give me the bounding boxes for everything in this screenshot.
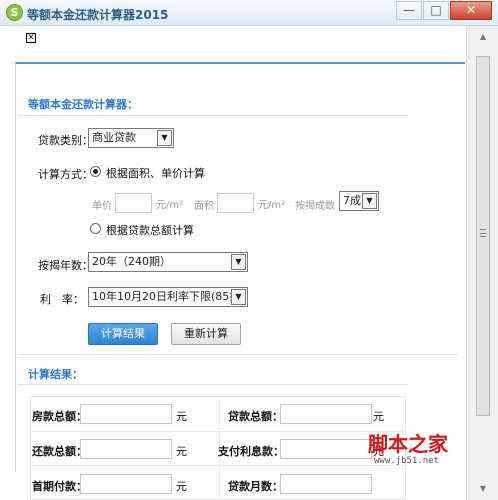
- loan-total-unit: 元: [373, 410, 384, 423]
- radio-loan-total-label[interactable]: 根据贷款总额计算: [106, 222, 194, 238]
- house-total-field[interactable]: [80, 404, 172, 424]
- heading-divider: [18, 115, 408, 116]
- close-icon: ✕: [465, 3, 477, 17]
- loan-total-field[interactable]: [280, 404, 372, 424]
- ratio-value: 7成: [343, 194, 361, 207]
- window-title: 等额本金还款计算器2015: [27, 8, 169, 22]
- loan-type-value: 商业贷款: [92, 131, 136, 144]
- restore-icon: □: [430, 3, 442, 17]
- dropdown-arrow-icon: ▼: [157, 130, 172, 146]
- area-unit: 元/m²: [258, 200, 286, 211]
- watermark-logo-text: 脚本之家: [368, 432, 448, 456]
- interest-label: 支付利息款：: [218, 445, 284, 458]
- years-value: 20年（240期）: [92, 255, 171, 268]
- scroll-down-icon[interactable]: ▼: [477, 484, 489, 494]
- years-label: 按揭年数：: [38, 259, 93, 272]
- calc-method-label: 计算方式：: [38, 168, 93, 181]
- dropdown-arrow-icon: ▼: [231, 289, 246, 305]
- unit-price-unit: 元/m²: [156, 200, 184, 211]
- scroll-grip-icon: [480, 229, 486, 237]
- calculate-button[interactable]: 计算结果: [88, 323, 158, 345]
- down-payment-unit: 元: [176, 480, 187, 493]
- unit-price-label: 单价: [92, 201, 112, 212]
- results-divider: [18, 354, 458, 355]
- loan-months-label: 贷款月数：: [228, 480, 283, 493]
- loan-months-field[interactable]: [280, 474, 372, 494]
- minimize-button[interactable]: —: [396, 1, 422, 20]
- rate-select[interactable]: 10年10月20日利率下限(85折 ▼: [88, 287, 248, 307]
- dropdown-arrow-icon: ▼: [362, 193, 377, 209]
- restore-button[interactable]: □: [423, 1, 449, 20]
- area-label: 面积: [194, 201, 214, 212]
- loan-type-select[interactable]: 商业贷款 ▼: [88, 128, 174, 148]
- down-payment-field[interactable]: [80, 474, 172, 494]
- results-heading: 计算结果：: [28, 368, 83, 381]
- house-total-unit: 元: [176, 410, 187, 423]
- area-input[interactable]: [217, 193, 254, 213]
- house-total-label: 房款总额：: [32, 410, 87, 423]
- close-button[interactable]: ✕: [450, 1, 492, 20]
- reset-button[interactable]: 重新计算: [171, 323, 241, 345]
- small-close-icon[interactable]: ✕: [26, 33, 36, 43]
- interest-field[interactable]: [280, 439, 372, 459]
- repay-total-label: 还款总额：: [32, 445, 87, 458]
- dropdown-arrow-icon: ▼: [231, 254, 246, 270]
- results-heading-divider: [18, 384, 408, 385]
- loan-type-label: 贷款类别：: [38, 134, 93, 147]
- radio-loan-total[interactable]: [90, 223, 101, 234]
- loan-total-label: 贷款总额：: [228, 410, 283, 423]
- years-select[interactable]: 20年（240期） ▼: [88, 252, 248, 272]
- calculator-heading: 等额本金还款计算器：: [28, 98, 138, 111]
- watermark-url: www.jb51.net: [374, 456, 440, 466]
- app-logo-icon: S: [6, 4, 23, 21]
- ratio-label: 按揭成数: [295, 201, 335, 212]
- site-watermark: 脚本之家 www.jb51.net: [368, 428, 460, 472]
- radio-area-price-label[interactable]: 根据面积、单价计算: [106, 165, 205, 181]
- repay-total-field[interactable]: [80, 439, 172, 459]
- results-row-divider: [31, 431, 407, 432]
- down-payment-label: 首期付款：: [32, 480, 87, 493]
- scroll-up-icon[interactable]: ▲: [477, 32, 489, 42]
- minimize-icon: —: [403, 3, 415, 17]
- vertical-scrollbar[interactable]: ▲ ▼: [466, 26, 498, 500]
- results-row-divider: [31, 465, 407, 466]
- scroll-thumb[interactable]: [476, 56, 490, 416]
- title-bar: S 等额本金还款计算器2015 — □ ✕: [0, 0, 498, 26]
- ratio-select[interactable]: 7成 ▼: [339, 191, 379, 211]
- unit-price-input[interactable]: [115, 193, 152, 213]
- repay-total-unit: 元: [176, 445, 187, 458]
- rate-value: 10年10月20日利率下限(85折: [92, 290, 241, 303]
- radio-area-price[interactable]: [90, 166, 101, 177]
- rate-label: 利 率：: [40, 293, 84, 306]
